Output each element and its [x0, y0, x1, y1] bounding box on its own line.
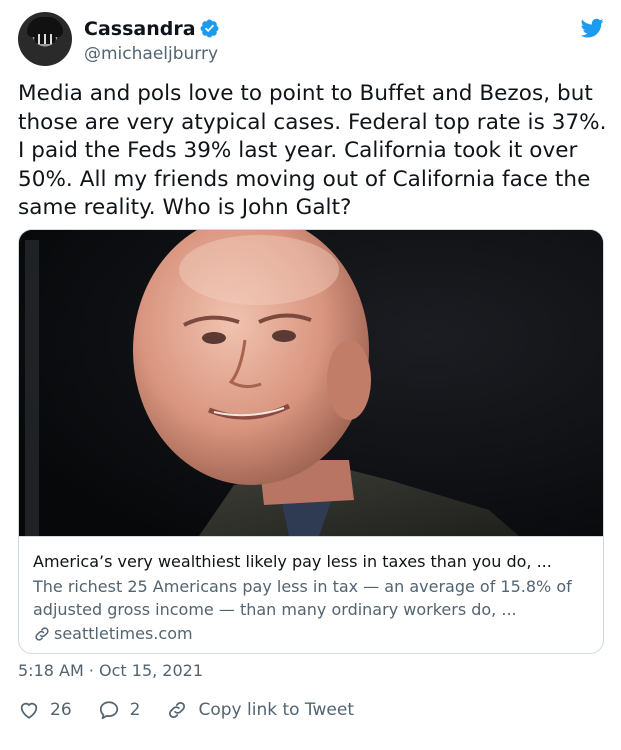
tweet-text: Media and pols love to point to Buffet a…	[18, 81, 607, 220]
like-button[interactable]: 26	[18, 699, 72, 721]
card-description: The richest 25 Americans pay less in tax…	[33, 577, 572, 619]
like-count: 26	[50, 700, 72, 720]
tweet-actions: 26 2 Copy link to Tweet	[18, 697, 380, 723]
card-info: America’s very wealthiest likely pay les…	[19, 536, 603, 653]
reply-count: 2	[129, 700, 141, 720]
reply-button[interactable]: 2	[98, 699, 141, 721]
card-domain[interactable]: seattletimes.com	[33, 622, 591, 645]
card-domain-text: seattletimes.com	[54, 624, 193, 643]
twitter-bird-icon[interactable]	[578, 16, 606, 40]
display-name[interactable]: Cassandra	[84, 18, 196, 40]
card-title[interactable]: America’s very wealthiest likely pay les…	[33, 551, 591, 573]
link-icon	[35, 626, 49, 641]
tweet-timestamp[interactable]: 5:18 AM · Oct 15, 2021	[18, 661, 203, 680]
avatar[interactable]	[18, 12, 72, 66]
reply-bubble-icon	[99, 701, 118, 720]
card-image[interactable]	[19, 230, 603, 536]
bald-man-photo	[19, 230, 603, 536]
link-preview-card[interactable]: America’s very wealthiest likely pay les…	[18, 229, 604, 654]
user-handle[interactable]: @michaeljburry	[84, 44, 218, 64]
verified-badge-icon	[200, 19, 219, 38]
heart-icon	[20, 702, 38, 719]
link-icon	[169, 701, 186, 719]
copy-link-label: Copy link to Tweet	[198, 700, 354, 720]
copy-link-button[interactable]: Copy link to Tweet	[166, 699, 354, 721]
tweet-header: Cassandra @michaeljburry	[18, 12, 608, 68]
